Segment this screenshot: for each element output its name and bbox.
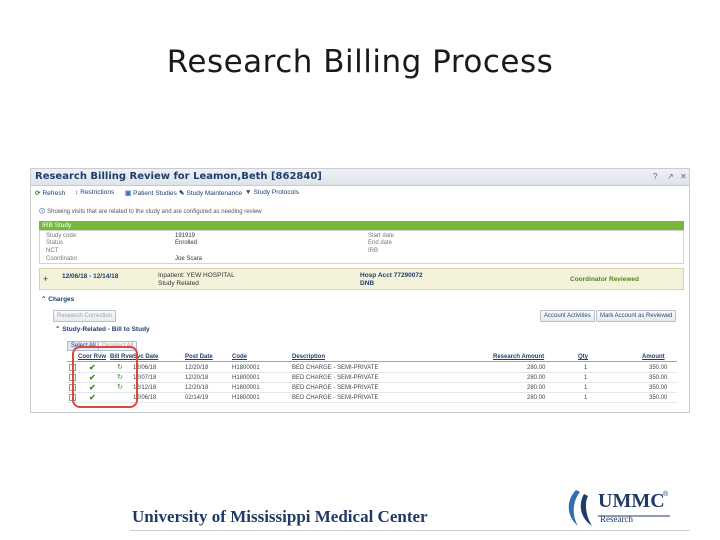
toolbar: ⟳ Refresh ↕ Restrictions ▣ Patient Studies … bbox=[31, 187, 689, 201]
amount: 350.00 bbox=[649, 375, 668, 381]
study-protocols-button[interactable]: ▼ Study Protocols bbox=[245, 189, 299, 196]
collapse-toggle-icon[interactable]: + bbox=[43, 274, 48, 284]
research-correction-button[interactable]: Research Correction bbox=[53, 310, 117, 322]
irb-study-details: Study code: 191919 Status Enrolled NCT C… bbox=[39, 230, 684, 264]
table-header: Coor Rvw Bill Rvw Svc Date Post Date Cod… bbox=[67, 353, 677, 362]
post-date: 12/20/18 bbox=[185, 375, 209, 381]
expand-icon[interactable]: ↗ bbox=[667, 172, 674, 181]
restrictions-icon: ↕ bbox=[75, 189, 79, 196]
charge-code: H1800001 bbox=[232, 365, 260, 371]
qty: 1 bbox=[584, 395, 588, 401]
encounter-relation: Study Related bbox=[158, 280, 199, 287]
info-icon: 🛈 bbox=[39, 209, 46, 215]
account-class: DNB bbox=[360, 280, 375, 287]
status-value: Enrolled bbox=[175, 240, 198, 246]
start-date-label: Start date bbox=[368, 233, 395, 239]
restrictions-button[interactable]: ↕ Restrictions bbox=[75, 189, 114, 196]
patient-studies-icon: ▣ bbox=[125, 190, 132, 197]
coordinator-status: Coordinator Reviewed bbox=[570, 276, 639, 283]
amount: 350.00 bbox=[649, 365, 668, 371]
window-title: Research Billing Review for Leamon,Beth … bbox=[35, 171, 322, 182]
research-amount: 280.00 bbox=[527, 395, 546, 401]
footer-divider bbox=[130, 530, 690, 531]
patient-studies-button[interactable]: ▣ Patient Studies bbox=[125, 189, 177, 197]
qty: 1 bbox=[584, 365, 588, 371]
amount: 350.00 bbox=[649, 395, 668, 401]
table-row[interactable]: ✔ 12/06/18 02/14/19 H1800001 BED CHARGE … bbox=[67, 393, 677, 403]
post-date: 12/20/18 bbox=[185, 365, 209, 371]
review-columns-highlight bbox=[72, 346, 138, 408]
charge-code: H1800001 bbox=[232, 375, 260, 381]
col-code[interactable]: Code bbox=[232, 354, 247, 360]
encounter-dates: 12/06/18 - 12/14/18 bbox=[62, 273, 119, 280]
logo-registered: ® bbox=[663, 491, 669, 498]
status-label: Status bbox=[46, 240, 64, 246]
window-titlebar: Research Billing Review for Leamon,Beth … bbox=[31, 169, 689, 186]
col-qty[interactable]: Qty bbox=[578, 354, 588, 360]
close-icon[interactable]: ✕ bbox=[680, 172, 687, 181]
info-message: 🛈 Showing visits that are related to the … bbox=[39, 209, 262, 215]
charge-code: H1800001 bbox=[232, 395, 260, 401]
charge-description: BED CHARGE - SEMI-PRIVATE bbox=[292, 395, 379, 401]
table-row[interactable]: ✔ ↻ 12/06/18 12/20/18 H1800001 BED CHARG… bbox=[67, 363, 677, 373]
col-description[interactable]: Description bbox=[292, 354, 325, 360]
post-date: 02/14/19 bbox=[185, 395, 209, 401]
charge-description: BED CHARGE - SEMI-PRIVATE bbox=[292, 385, 379, 391]
mark-reviewed-button[interactable]: Mark Account as Reviewed bbox=[596, 310, 677, 322]
charge-description: BED CHARGE - SEMI-PRIVATE bbox=[292, 375, 379, 381]
logo-wordmark: UMMC bbox=[598, 490, 665, 512]
post-date: 12/20/18 bbox=[185, 385, 209, 391]
irb-label: IRB bbox=[368, 248, 379, 254]
encounter-bar[interactable]: + 12/06/18 - 12/14/18 Inpatient: YEW HOS… bbox=[39, 268, 684, 290]
coordinator-label: Coordinator bbox=[46, 256, 78, 262]
charge-description: BED CHARGE - SEMI-PRIVATE bbox=[292, 365, 379, 371]
study-code-value: 191919 bbox=[175, 233, 196, 239]
logo-subtitle: Research bbox=[600, 514, 633, 524]
col-amount[interactable]: Amount bbox=[642, 354, 665, 360]
hosp-account: Hosp Acct 77290072 bbox=[360, 272, 423, 279]
table-row[interactable]: ✔ ↻ 12/07/18 12/20/18 H1800001 BED CHARG… bbox=[67, 373, 677, 383]
charge-code: H1800001 bbox=[232, 385, 260, 391]
col-research-amount[interactable]: Research Amount bbox=[493, 354, 544, 360]
research-amount: 280.00 bbox=[527, 375, 546, 381]
amount: 350.00 bbox=[649, 385, 668, 391]
refresh-button[interactable]: ⟳ Refresh bbox=[35, 189, 65, 197]
charges-section-label[interactable]: ⌃ Charges bbox=[41, 295, 74, 303]
footer-institution: University of Mississippi Medical Center bbox=[132, 507, 428, 526]
study-maintenance-icon: ✎ bbox=[179, 190, 185, 197]
refresh-icon: ⟳ bbox=[35, 190, 41, 197]
study-code-label: Study code: bbox=[46, 233, 78, 239]
research-amount: 280.00 bbox=[527, 385, 546, 391]
col-post-date[interactable]: Post Date bbox=[185, 354, 213, 360]
study-maintenance-button[interactable]: ✎ Study Maintenance bbox=[179, 189, 242, 197]
coordinator-value: Joe Scara bbox=[175, 256, 203, 262]
irb-section-header: IRB Study bbox=[39, 221, 684, 230]
slide-title: Research Billing Process bbox=[166, 44, 554, 80]
study-protocols-icon: ▼ bbox=[245, 189, 252, 196]
qty: 1 bbox=[584, 375, 588, 381]
table-row[interactable]: ✔ ↻ 12/12/18 12/20/18 H1800001 BED CHARG… bbox=[67, 383, 677, 393]
account-activities-button[interactable]: Account Activities bbox=[540, 310, 595, 322]
end-date-label: End date bbox=[368, 240, 393, 246]
help-icon[interactable]: ? bbox=[653, 172, 657, 181]
encounter-setting: Inpatient: YEW HOSPITAL bbox=[158, 272, 235, 279]
research-amount: 280.00 bbox=[527, 365, 546, 371]
nct-label: NCT bbox=[46, 248, 59, 254]
study-related-group[interactable]: ⌃ Study-Related - Bill to Study bbox=[55, 325, 150, 333]
qty: 1 bbox=[584, 385, 588, 391]
